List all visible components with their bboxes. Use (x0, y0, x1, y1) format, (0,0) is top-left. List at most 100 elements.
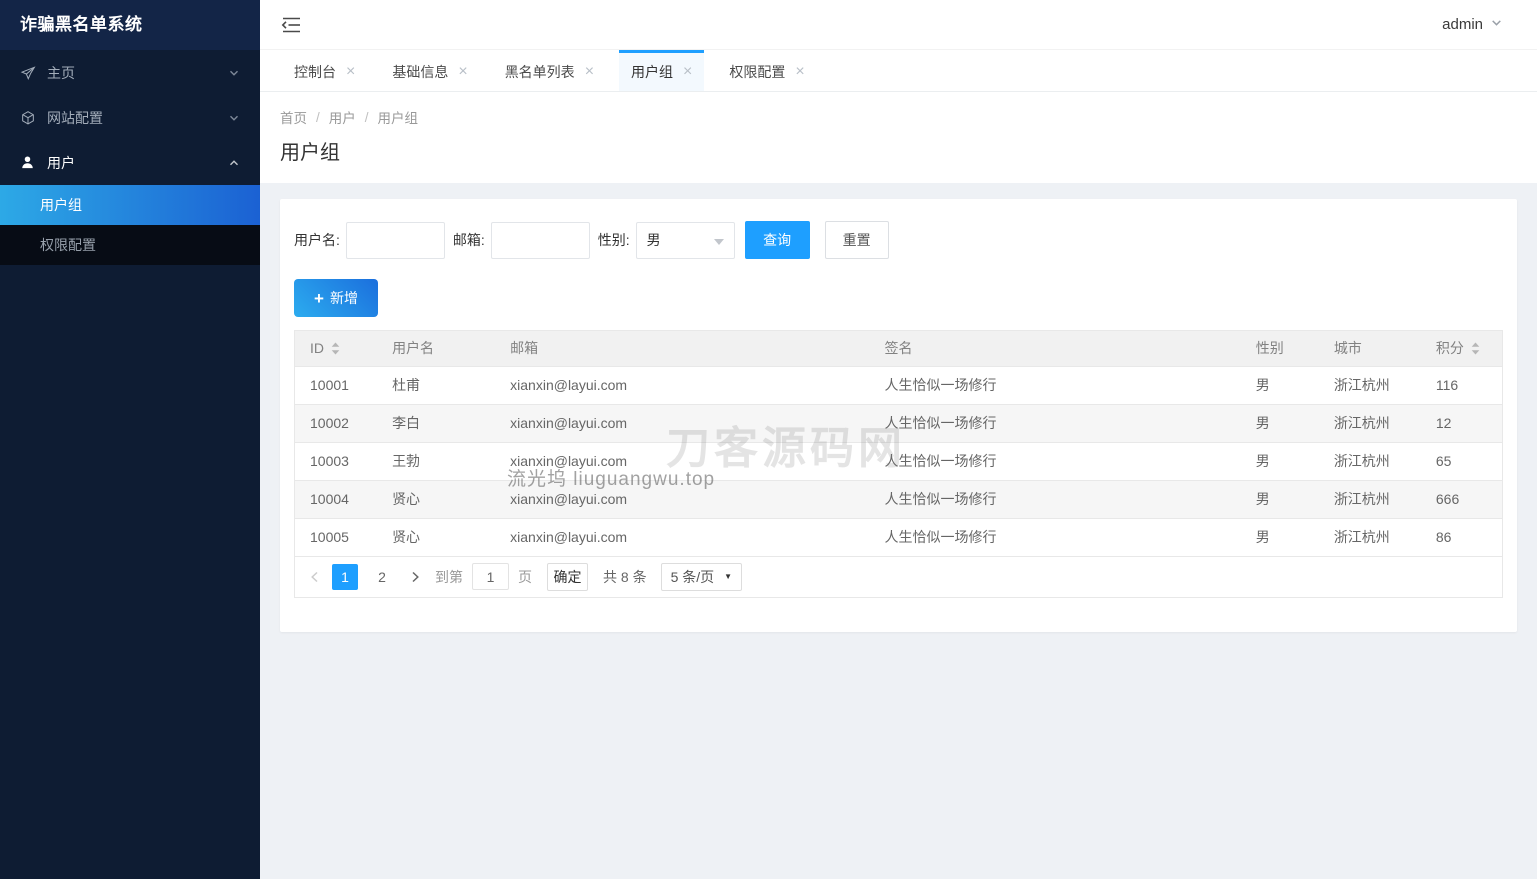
table-cell: 浙江杭州 (1319, 404, 1421, 442)
table-cell: 65 (1421, 442, 1502, 480)
chevron-down-icon (228, 67, 240, 79)
table-cell: 10004 (295, 480, 377, 518)
table-cell: 人生恰似一场修行 (869, 480, 1240, 518)
search-button[interactable]: 查询 (745, 221, 810, 259)
table-cell: 贤心 (377, 480, 495, 518)
topbar: admin (260, 0, 1537, 50)
email-label: 邮箱: (453, 230, 485, 250)
user-icon (20, 155, 36, 171)
sidebar-item-label: 主页 (47, 63, 75, 83)
sidebar-item[interactable]: 用户 (0, 140, 260, 185)
table-cell: 10003 (295, 442, 377, 480)
goto-page-input[interactable] (472, 563, 509, 590)
tab-bar: 控制台 × 基础信息 × 黑名单列表 × 用户组 × 权限配置 × (260, 50, 1537, 92)
email-input[interactable] (491, 222, 590, 259)
chevron-down-icon (714, 239, 724, 245)
close-icon[interactable]: × (458, 64, 467, 80)
add-button[interactable]: + 新增 (294, 279, 378, 317)
tab[interactable]: 基础信息 × (380, 50, 479, 91)
breadcrumb-item[interactable]: 首页 (280, 107, 307, 127)
tab-label: 基础信息 (392, 62, 448, 82)
table-column-header: 用户名 (377, 331, 495, 366)
column-label: 邮箱 (510, 338, 538, 358)
table-cell: 男 (1241, 366, 1319, 404)
column-label: ID (310, 340, 324, 356)
table-cell: 李白 (377, 404, 495, 442)
reset-button[interactable]: 重置 (825, 221, 889, 259)
table-row: 10001杜甫xianxin@layui.com人生恰似一场修行男浙江杭州116 (295, 366, 1502, 404)
table-cell: 666 (1421, 480, 1502, 518)
chevron-left-icon[interactable] (309, 571, 321, 583)
collapse-menu-icon[interactable] (280, 16, 302, 34)
confirm-button[interactable]: 确定 (547, 563, 588, 591)
column-label: 城市 (1334, 338, 1362, 358)
table-row: 10002李白xianxin@layui.com人生恰似一场修行男浙江杭州12 (295, 404, 1502, 442)
chevron-right-icon[interactable] (409, 571, 421, 583)
close-icon[interactable]: × (346, 64, 355, 80)
tab[interactable]: 黑名单列表 × (493, 50, 606, 91)
table-cell: 10005 (295, 518, 377, 556)
tab[interactable]: 控制台 × (282, 50, 367, 91)
table-column-header: 邮箱 (495, 331, 869, 366)
sidebar-item-label: 用户 (47, 153, 75, 173)
table-cell: 浙江杭州 (1319, 518, 1421, 556)
tab[interactable]: 用户组 × (619, 50, 704, 91)
table-cell: 男 (1241, 480, 1319, 518)
tab-label: 黑名单列表 (505, 62, 575, 82)
chevron-down-icon (228, 112, 240, 124)
user-menu[interactable]: admin (1442, 16, 1503, 33)
table-row: 10005贤心xianxin@layui.com人生恰似一场修行男浙江杭州86 (295, 518, 1502, 556)
app-title: 诈骗黑名单系统 (0, 0, 260, 50)
filter-bar: 用户名: 邮箱: 性别: 男 查询 重置 (280, 199, 1517, 259)
chevron-down-icon: ▼ (724, 572, 732, 581)
breadcrumb-item: 用户 (329, 107, 356, 127)
table-cell: 浙江杭州 (1319, 366, 1421, 404)
table-header-row: ID 用户名 邮箱 签名 性别 城市 积分 (295, 331, 1502, 366)
table-cell: 人生恰似一场修行 (869, 442, 1240, 480)
table-cell: 杜甫 (377, 366, 495, 404)
column-label: 积分 (1436, 338, 1464, 358)
sidebar-item[interactable]: 网站配置 (0, 95, 260, 140)
table-cell: 男 (1241, 518, 1319, 556)
table-column-header: 积分 (1421, 331, 1502, 366)
column-label: 签名 (884, 338, 912, 358)
table-cell: 116 (1421, 366, 1502, 404)
sidebar-subitem[interactable]: 权限配置 (0, 225, 260, 265)
gender-select[interactable]: 男 (636, 222, 735, 259)
table-column-header: 性别 (1241, 331, 1319, 366)
table-cell: 王勃 (377, 442, 495, 480)
table-cell: 男 (1241, 442, 1319, 480)
chevron-up-icon (228, 157, 240, 169)
content-area: 用户名: 邮箱: 性别: 男 查询 重置 + 新增 ID (260, 183, 1537, 879)
sidebar-menu: 主页 网站配置 用户 用户组权限配置 (0, 50, 260, 265)
tab-label: 用户组 (631, 62, 673, 82)
username-input[interactable] (346, 222, 445, 259)
tab[interactable]: 权限配置 × (717, 50, 816, 91)
breadcrumb-separator: / (365, 110, 369, 125)
paper-plane-icon (20, 65, 36, 81)
table-cell: 男 (1241, 404, 1319, 442)
pagination: 12到第页确定共 8 条 5 条/页 ▼ (295, 557, 1502, 597)
table-cell: xianxin@layui.com (495, 518, 869, 556)
tab-label: 权限配置 (729, 62, 785, 82)
page-number[interactable]: 1 (332, 564, 358, 590)
page-number[interactable]: 2 (369, 564, 395, 590)
page-header: 首页/用户/用户组 用户组 (260, 92, 1537, 183)
close-icon[interactable]: × (795, 64, 804, 80)
sort-icon[interactable] (331, 342, 340, 355)
table-cell: 人生恰似一场修行 (869, 404, 1240, 442)
add-button-label: 新增 (330, 288, 358, 308)
close-icon[interactable]: × (683, 64, 692, 80)
table-cell: 人生恰似一场修行 (869, 518, 1240, 556)
close-icon[interactable]: × (585, 64, 594, 80)
card: 用户名: 邮箱: 性别: 男 查询 重置 + 新增 ID (280, 199, 1517, 632)
sidebar-subitem[interactable]: 用户组 (0, 185, 260, 225)
per-page-value: 5 条/页 (671, 567, 715, 587)
table-cell: 12 (1421, 404, 1502, 442)
breadcrumb-separator: / (316, 110, 320, 125)
breadcrumb-item: 用户组 (378, 107, 419, 127)
sort-icon[interactable] (1471, 342, 1480, 355)
table-cell: 人生恰似一场修行 (869, 366, 1240, 404)
per-page-select[interactable]: 5 条/页 ▼ (661, 563, 743, 591)
sidebar-item[interactable]: 主页 (0, 50, 260, 95)
